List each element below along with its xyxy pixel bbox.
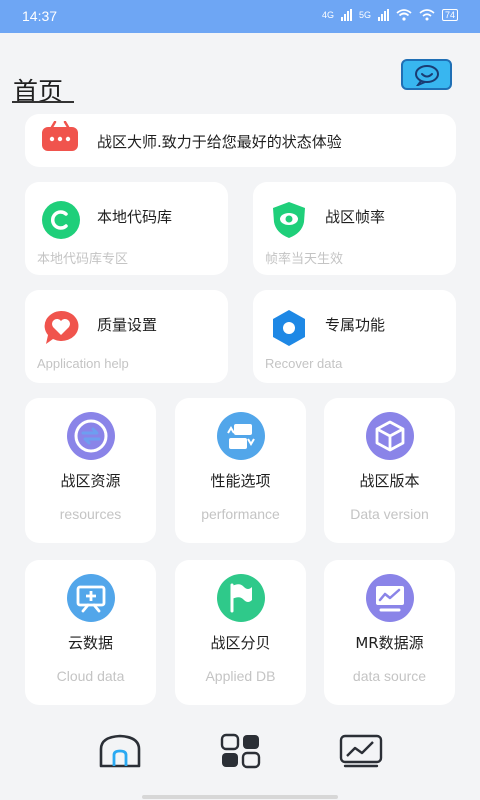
card-cloud-data[interactable]: 云数据 Cloud data [25, 560, 156, 705]
gesture-home-bar[interactable] [142, 795, 338, 799]
card-title: 专属功能 [325, 316, 386, 334]
nav-home[interactable] [97, 733, 143, 769]
banner-text: 战区大师.致力于给您最好的状态体验 [97, 133, 342, 151]
card-resources[interactable]: 战区资源 resources [25, 398, 156, 543]
card-title: 战区版本 [359, 472, 420, 490]
card-title: MR数据源 [355, 634, 424, 652]
hexagon-icon [273, 310, 305, 346]
card-frame-rate[interactable]: 战区帧率 帧率当天生效 [253, 182, 456, 275]
swap-cards-icon [217, 412, 265, 460]
flag-icon [217, 574, 265, 622]
chat-bubble-icon [414, 64, 439, 86]
card-subtitle: performance [201, 506, 280, 522]
sync-arrows-icon [67, 412, 115, 460]
chat-button[interactable] [401, 59, 452, 90]
card-subtitle: Cloud data [56, 668, 125, 684]
card-subtitle: 本地代码库专区 [37, 251, 129, 266]
status-icons: 4G 5G 74 [322, 9, 458, 21]
card-subtitle: 帧率当天生效 [265, 251, 344, 266]
card-subtitle: Application help [37, 356, 129, 371]
card-title: 战区资源 [60, 472, 121, 490]
wifi-icon [396, 9, 412, 21]
card-data-source[interactable]: MR数据源 data source [324, 560, 455, 705]
banner-card[interactable]: 战区大师.致力于给您最好的状态体验 [25, 114, 456, 167]
title-underline [12, 101, 74, 103]
battery-icon: 74 [441, 9, 458, 21]
status-time: 14:37 [22, 8, 58, 24]
cloud-board-icon [67, 574, 115, 622]
card-quality-settings[interactable]: 质量设置 Application help [25, 290, 228, 383]
card-subtitle: resources [59, 506, 122, 522]
card-title: 战区帧率 [325, 208, 386, 226]
card-title: 性能选项 [210, 472, 271, 490]
message-dots-icon [42, 121, 78, 151]
nav-statistics[interactable] [339, 734, 383, 768]
trend-chart-icon [339, 734, 383, 768]
card-performance[interactable]: 性能选项 performance [175, 398, 306, 543]
card-subtitle: Recover data [265, 356, 343, 371]
card-title: 战区分贝 [210, 634, 271, 652]
card-title: 质量设置 [97, 316, 158, 334]
card-title: 本地代码库 [97, 208, 173, 226]
c-circle-icon [42, 201, 80, 239]
card-subtitle: Data version [350, 506, 429, 522]
hotspot-icon [419, 9, 435, 21]
heart-bubble-icon [44, 310, 79, 344]
shield-eye-icon [273, 202, 305, 238]
card-local-code-library[interactable]: 本地代码库 本地代码库专区 [25, 182, 228, 275]
card-subtitle: Applied DB [205, 668, 276, 684]
home-icon [99, 734, 141, 768]
signal-icon [340, 9, 352, 21]
cube-icon [366, 412, 414, 460]
card-title: 云数据 [67, 634, 113, 652]
nav-apps[interactable] [220, 733, 262, 769]
card-data-version[interactable]: 战区版本 Data version [324, 398, 455, 543]
status-bar: 14:37 4G 5G 74 [0, 0, 480, 33]
network-5g-label: 5G [358, 10, 371, 20]
card-exclusive-features[interactable]: 专属功能 Recover data [253, 290, 456, 383]
card-subtitle: data source [352, 668, 427, 684]
grid-apps-icon [220, 733, 261, 769]
signal-icon-2 [377, 9, 389, 21]
monitor-chart-icon [366, 574, 414, 622]
card-applied-db[interactable]: 战区分贝 Applied DB [175, 560, 306, 705]
network-4g-label: 4G [321, 10, 334, 20]
